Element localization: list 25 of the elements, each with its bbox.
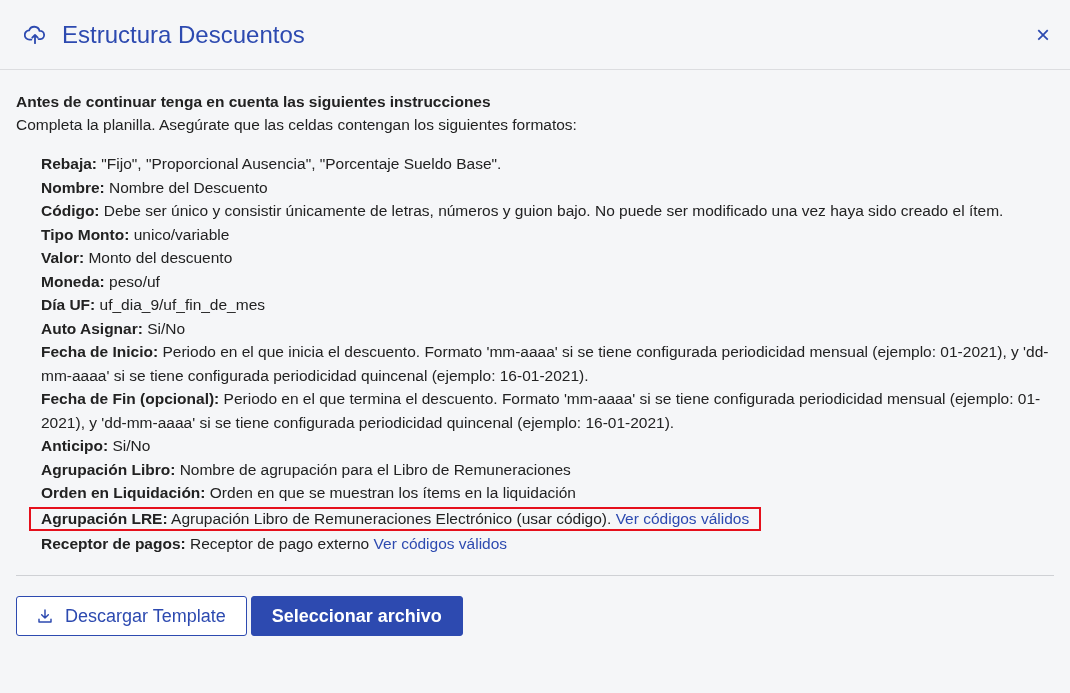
instructions-text: Completa la planilla. Asegúrate que las celdas contengan los siguientes formatos:: [16, 115, 578, 135]
instruction-line: Orden en Liquidación: Orden en que se muestran los ítems en la liquidación: [41, 483, 577, 503]
cloud-upload-icon: [24, 24, 46, 45]
instruction-line: Código: Debe ser único y consistir únicamente de letras, números y guion bajo. No puede ser modificado una vez haya sido creado el ítem.: [41, 201, 1005, 221]
instruction-line: Auto Asignar: Si/No: [41, 318, 187, 339]
valid-codes-link[interactable]: Ver códigos válidos: [373, 534, 508, 552]
instruction-line: Día UF: uf_dia_9/uf_fin_de_mes: [41, 295, 267, 315]
instruction-line: Fecha de Inicio: Periodo en el que inicia el descuento. Formato 'mm-aaaa' si se tiene configurada periodicidad mensual (ejemplo: 01-2021), y 'dd-mm-aaaa' si se tiene configurada periodicidad quincenal (ejemplo: 16-01-2021).: [41, 342, 1050, 386]
instruction-line: Anticipo: Si/No: [41, 436, 152, 456]
instruction-line: Receptor de pagos: Receptor de pago externo Ver códigos válidos: [41, 533, 509, 554]
instruction-line: Nombre: Nombre del Descuento: [41, 177, 269, 198]
instruction-line: Fecha de Fin (opcional): Periodo en el que termina el descuento. Formato 'mm-aaaa' si se tiene configurada periodicidad mensual (ejemplo: 01-2021), y 'dd-mm-aaaa' si se tiene configurada periodicidad quincenal (ejemplo: 16-01-2021).: [41, 389, 1042, 433]
instruction-line: Tipo Monto: unico/variable: [41, 224, 231, 245]
instruction-line: Valor: Monto del descuento: [41, 248, 234, 268]
highlighted-instruction: Agrupación LRE: Agrupación Libro de Remuneraciones Electrónico (usar código). Ver códigos válidos: [29, 506, 762, 531]
download-template-button[interactable]: Descargar Template: [16, 596, 247, 636]
instructions-heading: Antes de continuar tenga en cuenta las siguientes instrucciones: [16, 92, 492, 112]
instruction-line: Moneda: peso/uf: [41, 271, 161, 292]
instruction-line: Agrupación Libro: Nombre de agrupación para el Libro de Remuneraciones: [41, 459, 572, 480]
download-icon: [37, 608, 53, 624]
select-file-button[interactable]: Seleccionar archivo: [250, 596, 463, 636]
close-button[interactable]: ×: [1032, 22, 1054, 47]
valid-codes-link[interactable]: Ver códigos válidos: [615, 509, 750, 527]
instruction-line: Rebaja: "Fijo", "Proporcional Ausencia", "Porcentaje Sueldo Base".: [41, 154, 503, 174]
dialog-title: Estructura Descuentos: [62, 20, 306, 49]
